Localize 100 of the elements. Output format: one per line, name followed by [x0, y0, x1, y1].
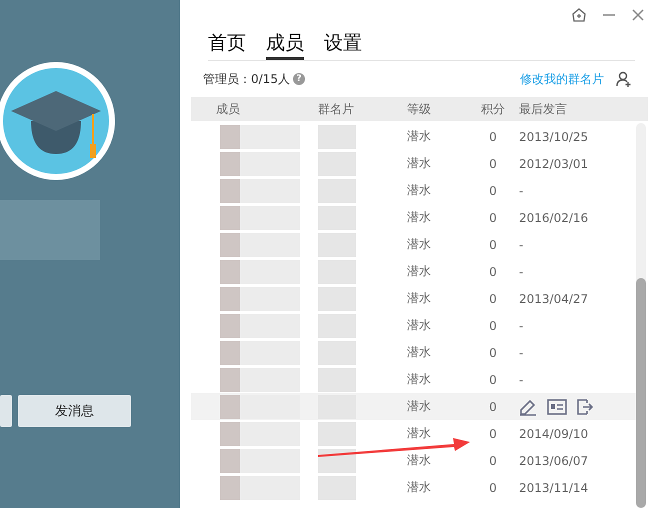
- pencil-icon[interactable]: [519, 398, 537, 416]
- redacted-block: [240, 314, 300, 338]
- table-cell-text: 0: [488, 480, 498, 494]
- redacted-block: [318, 152, 356, 176]
- table-cell-text: 0: [488, 184, 498, 198]
- redacted-block: [240, 260, 300, 284]
- table-row[interactable]: 潜水 0 2013/04/27: [191, 285, 636, 312]
- table-row[interactable]: 潜水 0 2012/03/01: [191, 150, 636, 177]
- table-cell-text: 潜水: [407, 236, 432, 253]
- table-row[interactable]: 潜水 0 -: [191, 177, 636, 204]
- table-cell-text: 0: [488, 210, 498, 224]
- table-cell-text: 潜水: [407, 398, 432, 415]
- table-cell-text: 0: [488, 130, 498, 144]
- redacted-block: [318, 124, 356, 148]
- id-card-icon[interactable]: [547, 398, 567, 414]
- redacted-block: [318, 286, 356, 310]
- table-cell-text: 潜水: [407, 371, 432, 388]
- column-header: 群名片: [318, 100, 355, 118]
- table-cell-text: -: [518, 238, 524, 252]
- redacted-avatar: [220, 206, 240, 230]
- table-row[interactable]: 潜水 0 2013/10/25: [191, 123, 636, 150]
- column-header: 最后发言: [518, 100, 567, 118]
- table-row[interactable]: 潜水 0 -: [191, 312, 636, 339]
- table-cell-text: -: [518, 184, 524, 198]
- redacted-avatar: [220, 394, 240, 418]
- redacted-avatar: [220, 448, 240, 472]
- close-icon[interactable]: [632, 9, 644, 21]
- scrollbar-thumb[interactable]: [636, 278, 646, 508]
- table-cell-text: 2014/09/10: [518, 426, 588, 440]
- table-cell-text: 0: [488, 454, 498, 468]
- table-cell-text: 潜水: [407, 128, 432, 145]
- tab[interactable]: 成员: [266, 30, 304, 60]
- redacted-avatar: [220, 178, 240, 202]
- table-cell-text: 潜水: [407, 182, 432, 199]
- table-cell-text: 2012/03/01: [518, 156, 588, 170]
- scrollbar[interactable]: [636, 123, 646, 508]
- table-row[interactable]: 潜水 0 2013/11/14: [191, 474, 636, 501]
- redacted-avatar: [220, 232, 240, 256]
- table-cell-text: 0: [488, 292, 498, 306]
- redacted-block: [318, 422, 356, 446]
- table-cell-text: -: [518, 346, 524, 360]
- exit-icon[interactable]: [577, 398, 593, 414]
- table-cell-text: 潜水: [407, 479, 432, 496]
- redacted-avatar: [220, 152, 240, 176]
- redacted-avatar: [220, 422, 240, 446]
- redacted-block: [318, 178, 356, 202]
- table-row[interactable]: 潜水 0 -: [191, 258, 636, 285]
- table-cell-text: 0: [488, 400, 498, 414]
- table-row[interactable]: 潜水 0 2014/09/10: [191, 420, 636, 447]
- table-cell-text: 潜水: [407, 452, 432, 469]
- redacted-block: [240, 422, 300, 446]
- table-cell-text: 潜水: [407, 317, 432, 334]
- table-row[interactable]: 潜水 0 2013/06/07: [191, 447, 636, 474]
- admin-count: 管理员：0/15人: [203, 70, 290, 88]
- table-cell-text: 0: [488, 238, 498, 252]
- redacted-block: [240, 152, 300, 176]
- table-cell-text: 潜水: [407, 263, 432, 280]
- redacted-avatar: [220, 286, 240, 310]
- redacted-block: [318, 206, 356, 230]
- column-header: 等级: [407, 100, 432, 118]
- table-cell-text: 0: [488, 264, 498, 278]
- redacted-block: [240, 340, 300, 364]
- tab[interactable]: 首页: [208, 30, 246, 60]
- column-header: 积分: [480, 100, 506, 118]
- table-cell-text: 2013/04/27: [518, 292, 588, 306]
- skin-icon[interactable]: [572, 8, 586, 22]
- table-cell-text: 2016/02/16: [518, 210, 588, 224]
- redacted-block: [240, 178, 300, 202]
- redacted-block: [240, 206, 300, 230]
- highlighted-row[interactable]: 潜水 0: [191, 393, 636, 420]
- redacted-block: [240, 448, 300, 472]
- column-header: 成员: [215, 100, 241, 118]
- table-cell-text: 2013/11/14: [518, 480, 588, 494]
- table-cell-text: -: [518, 264, 524, 278]
- table-cell-text: 0: [488, 318, 498, 332]
- send-message-button[interactable]: 发消息: [18, 395, 131, 427]
- table-row[interactable]: 潜水 0 -: [191, 339, 636, 366]
- redacted-block: [240, 394, 300, 418]
- table-row[interactable]: 潜水 0 -: [191, 231, 636, 258]
- table-cell-text: 潜水: [407, 209, 432, 226]
- tab[interactable]: 设置: [324, 30, 362, 60]
- redacted-avatar: [220, 476, 240, 500]
- table-cell-text: 潜水: [407, 155, 432, 172]
- redacted-avatar: [220, 340, 240, 364]
- edit-card-link[interactable]: 修改我的群名片: [520, 70, 604, 88]
- table-cell-text: 0: [488, 346, 498, 360]
- redacted-block: [318, 340, 356, 364]
- redacted-block: [240, 368, 300, 392]
- redacted-block: [318, 232, 356, 256]
- redacted-block: [240, 476, 300, 500]
- table-row[interactable]: 潜水 0 2016/02/16: [191, 204, 636, 231]
- redacted-block: [318, 368, 356, 392]
- table-cell-text: 0: [488, 156, 498, 170]
- table-cell-text: -: [518, 318, 524, 332]
- redacted-block: [240, 286, 300, 310]
- table-cell-text: 2013/10/25: [518, 130, 588, 144]
- add-user-icon[interactable]: [616, 71, 632, 87]
- redacted-block: [318, 260, 356, 284]
- table-cell-text: 0: [488, 426, 498, 440]
- table-row[interactable]: 潜水 0 -: [191, 366, 636, 393]
